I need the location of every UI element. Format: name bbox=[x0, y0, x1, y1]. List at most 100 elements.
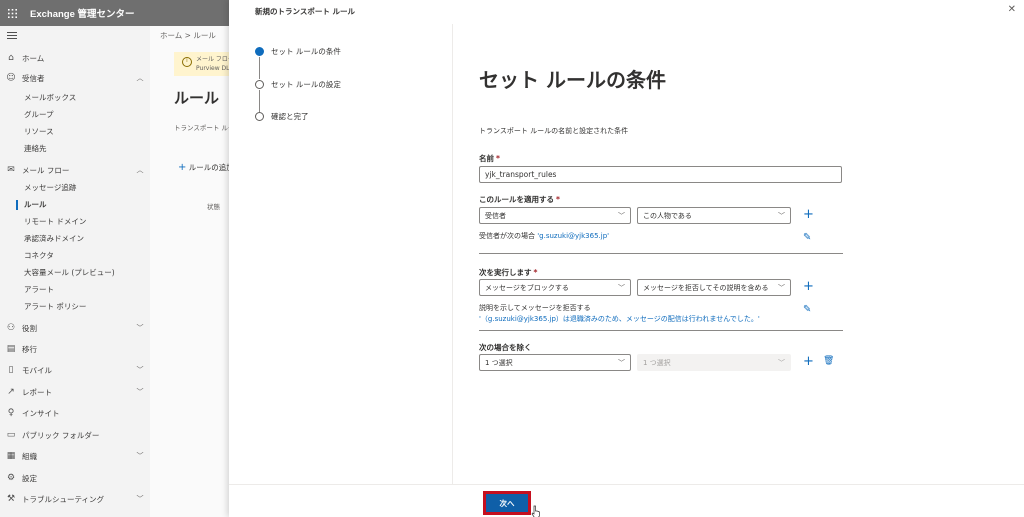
apply-condition-dropdown[interactable]: 受信者 ﹀ bbox=[479, 207, 631, 224]
nav-item-insights[interactable]: ♀ インサイト bbox=[0, 405, 150, 421]
nav-item-label: インサイト bbox=[22, 408, 60, 418]
dropdown-value: この人物である bbox=[643, 212, 692, 220]
dropdown-value: メッセージをブロックする bbox=[485, 284, 569, 292]
rule-name-input[interactable]: yjk_transport_rules bbox=[479, 166, 842, 183]
app-launcher-icon[interactable] bbox=[0, 0, 24, 26]
chevron-down-icon: ﹀ bbox=[778, 212, 785, 220]
add-condition-icon[interactable]: + bbox=[803, 208, 814, 221]
dropdown-value: 1 つ選択 bbox=[485, 359, 513, 367]
chevron-down-icon: ﹀ bbox=[136, 452, 144, 460]
required-mark: * bbox=[556, 195, 560, 204]
edit-pencil-icon[interactable]: ✎ bbox=[803, 304, 811, 315]
chevron-up-icon: ︿ bbox=[136, 74, 144, 82]
next-button[interactable]: 次へ bbox=[483, 491, 531, 515]
nav-item-label: トラブルシューティング bbox=[22, 494, 105, 504]
gear-icon: ⚙ bbox=[6, 473, 16, 483]
banner-text: メール フロー ルー bbox=[196, 56, 229, 63]
hand-cursor-icon bbox=[531, 505, 540, 517]
trash-icon[interactable]: 🗑 bbox=[823, 356, 834, 366]
rejection-message-link[interactable]: '（g.suzuki@yjk365.jp）は退職済みのため、メッセージの配信は行… bbox=[479, 314, 760, 324]
nav-item-label: 組織 bbox=[22, 451, 37, 461]
summary-prefix: 受信者が次の場合 bbox=[479, 232, 538, 240]
nav-item-label: 受信者 bbox=[22, 73, 45, 83]
apply-subcondition-dropdown[interactable]: この人物である ﹀ bbox=[637, 207, 791, 224]
left-navigation: ⌂ ホーム ☺ 受信者 ︿ メールボックス グループ リソース 連絡先 ✉ メー… bbox=[0, 26, 150, 517]
edit-pencil-icon[interactable]: ✎ bbox=[803, 232, 811, 243]
close-icon[interactable]: ✕ bbox=[1008, 4, 1016, 15]
action-detail-dropdown[interactable]: メッセージを拒否してその説明を含める ﹀ bbox=[637, 279, 791, 296]
dropdown-value: 1 つ選択 bbox=[643, 359, 671, 367]
nav-sub-connectors[interactable]: コネクタ bbox=[24, 249, 54, 263]
nav-sub-contacts[interactable]: 連絡先 bbox=[24, 142, 47, 156]
apply-condition-summary: 受信者が次の場合 'g.suzuki@yjk365.jp' bbox=[479, 231, 609, 241]
nav-item-mail-flow[interactable]: ✉ メール フロー ︿ bbox=[0, 162, 150, 178]
nav-item-troubleshooting[interactable]: ⚒ トラブルシューティング ﹀ bbox=[0, 491, 150, 507]
nav-sub-large-mail[interactable]: 大容量メール (プレビュー) bbox=[24, 266, 115, 280]
nav-item-organization[interactable]: ▦ 組織 ﹀ bbox=[0, 448, 150, 464]
chevron-down-icon: ﹀ bbox=[618, 212, 625, 220]
panel-title: 新規のトランスポート ルール bbox=[255, 7, 355, 16]
exception-dropdown[interactable]: 1 つ選択 ﹀ bbox=[479, 354, 631, 371]
step-set-conditions[interactable]: セット ルールの条件 bbox=[255, 46, 341, 57]
nav-item-migration[interactable]: ▤ 移行 bbox=[0, 341, 150, 357]
add-rule-button[interactable]: + ルールの追加 bbox=[178, 162, 229, 173]
column-header-status[interactable]: 状態 bbox=[207, 201, 220, 211]
step-review-finish[interactable]: 確認と完了 bbox=[255, 111, 309, 122]
form-description: トランスポート ルールの名前と設定された条件 bbox=[479, 127, 629, 135]
add-exception-icon[interactable]: + bbox=[803, 355, 814, 368]
step-label: セット ルールの条件 bbox=[271, 47, 341, 56]
nav-item-home[interactable]: ⌂ ホーム bbox=[0, 50, 150, 66]
step-connector bbox=[259, 90, 260, 112]
page-description: トランスポート ルー bbox=[174, 124, 229, 132]
plus-icon: + bbox=[178, 162, 187, 173]
name-label-text: 名前 bbox=[479, 154, 494, 163]
banner-text: Purview DLP bbox=[196, 65, 229, 72]
do-following-label: 次を実行します * bbox=[479, 267, 537, 278]
nav-sub-message-trace[interactable]: メッセージ追跡 bbox=[24, 181, 76, 195]
breadcrumb: ホーム > ルール bbox=[160, 31, 216, 40]
recipient-link[interactable]: 'g.suzuki@yjk365.jp' bbox=[537, 232, 609, 240]
app-title[interactable]: Exchange 管理センター bbox=[30, 6, 135, 20]
nav-item-label: モバイル bbox=[22, 365, 52, 375]
dropdown-value: 受信者 bbox=[485, 212, 506, 220]
nav-sub-mailboxes[interactable]: メールボックス bbox=[24, 91, 76, 105]
nav-sub-groups[interactable]: グループ bbox=[24, 108, 54, 122]
nav-sub-rules[interactable]: ルール bbox=[16, 198, 47, 212]
action-dropdown[interactable]: メッセージをブロックする ﹀ bbox=[479, 279, 631, 296]
folder-icon: ▭ bbox=[6, 430, 16, 440]
chevron-down-icon: ﹀ bbox=[136, 495, 144, 503]
mail-icon: ✉ bbox=[7, 165, 15, 175]
nav-item-reports[interactable]: ↗ レポート ﹀ bbox=[0, 384, 150, 400]
nav-item-recipients[interactable]: ☺ 受信者 ︿ bbox=[0, 70, 150, 86]
person-icon: ☺ bbox=[6, 73, 16, 83]
step-connector bbox=[259, 57, 260, 79]
step-set-settings[interactable]: セット ルールの設定 bbox=[255, 79, 341, 90]
bulb-icon: ♀ bbox=[7, 408, 15, 418]
action-summary: 説明を示してメッセージを拒否する bbox=[479, 304, 591, 312]
nav-sub-resources[interactable]: リソース bbox=[24, 125, 54, 139]
required-mark: * bbox=[496, 154, 500, 163]
step-indicator-icon bbox=[255, 80, 264, 89]
add-action-icon[interactable]: + bbox=[803, 280, 814, 293]
hamburger-menu-icon[interactable] bbox=[7, 32, 17, 41]
nav-sub-accepted-domains[interactable]: 承認済みドメイン bbox=[24, 232, 84, 246]
top-bar: Exchange 管理センター bbox=[0, 0, 229, 26]
nav-sub-alerts[interactable]: アラート bbox=[24, 283, 54, 297]
chevron-up-icon: ︿ bbox=[136, 166, 144, 174]
page-title: ルール bbox=[174, 89, 220, 107]
nav-item-label: レポート bbox=[22, 387, 52, 397]
nav-item-roles[interactable]: ⚇ 役割 ﹀ bbox=[0, 320, 150, 336]
org-icon: ▦ bbox=[6, 451, 16, 461]
chevron-down-icon: ﹀ bbox=[136, 324, 144, 332]
nav-item-label: パブリック フォルダー bbox=[22, 430, 100, 440]
new-transport-rule-panel: 新規のトランスポート ルール ✕ セット ルールの条件 セット ルールの設定 確… bbox=[229, 0, 1024, 517]
nav-item-mobile[interactable]: ▯ モバイル ﹀ bbox=[0, 362, 150, 378]
nav-item-label: ホーム bbox=[22, 53, 45, 63]
apply-label-text: このルールを適用する bbox=[479, 195, 554, 204]
nav-item-settings[interactable]: ⚙ 設定 bbox=[0, 470, 150, 486]
nav-item-public-folders[interactable]: ▭ パブリック フォルダー bbox=[0, 427, 150, 443]
nav-sub-alert-policies[interactable]: アラート ポリシー bbox=[24, 300, 86, 314]
divider bbox=[479, 253, 843, 254]
nav-sub-remote-domains[interactable]: リモート ドメイン bbox=[24, 215, 86, 229]
nav-item-label: 設定 bbox=[22, 473, 37, 483]
